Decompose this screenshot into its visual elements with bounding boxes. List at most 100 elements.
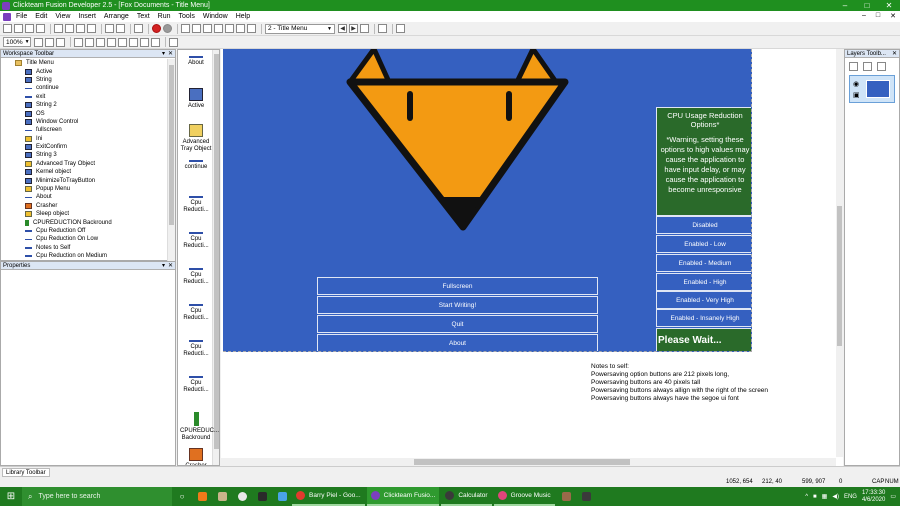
menu-window[interactable]: Window xyxy=(203,13,228,20)
new-icon[interactable] xyxy=(3,24,12,33)
tree-item[interactable]: exit xyxy=(1,93,167,101)
align-icon[interactable] xyxy=(96,37,105,47)
mdi-close-button[interactable]: ✕ xyxy=(890,12,896,20)
close-button[interactable]: ✕ xyxy=(878,1,900,10)
menu-arrange[interactable]: Arrange xyxy=(104,13,129,20)
tree-item[interactable]: MinimizeToTrayButton xyxy=(1,176,167,184)
taskbar-window-button[interactable]: Barry Piel - Goo... xyxy=(292,487,365,506)
delete-layer-icon[interactable] xyxy=(863,62,872,71)
tree-item[interactable]: ExitConfirm xyxy=(1,143,167,151)
taskbar-window-button[interactable]: Calculator xyxy=(441,487,492,506)
pin-icon[interactable]: ▾ xyxy=(162,50,165,57)
hand-icon[interactable] xyxy=(34,37,43,47)
tree-item[interactable]: Notes to Self xyxy=(1,244,167,252)
tree-item[interactable]: String 3 xyxy=(1,151,167,159)
frame-editor-icon[interactable] xyxy=(214,24,223,33)
delete-icon[interactable] xyxy=(87,24,96,33)
fullscreen-button[interactable]: Fullscreen xyxy=(317,277,598,295)
library-item[interactable]: About xyxy=(180,56,212,67)
library-item[interactable]: Cpu Reducti... xyxy=(180,268,212,286)
tree-item[interactable]: Cpu Reduction On Low xyxy=(1,235,167,243)
menu-help[interactable]: Help xyxy=(236,13,250,20)
editor-vertical-scrollbar[interactable] xyxy=(836,49,843,457)
paste-icon[interactable] xyxy=(76,24,85,33)
help-icon[interactable] xyxy=(134,24,143,33)
pinned-app-icon[interactable] xyxy=(557,487,577,506)
menu-text[interactable]: Text xyxy=(137,13,150,20)
language-indicator[interactable]: ENG xyxy=(844,494,857,500)
powersave-low-button[interactable]: Enabled - Low xyxy=(656,235,751,253)
layer-item[interactable]: ◉ ▣ xyxy=(849,75,895,103)
tree-item[interactable]: Popup Menu xyxy=(1,185,167,193)
about-button[interactable]: About xyxy=(317,334,598,351)
taskbar-search[interactable]: ⌕ Type here to search xyxy=(22,487,172,506)
next-frame-icon[interactable]: ▶ xyxy=(349,24,358,33)
data-elements-icon[interactable] xyxy=(247,24,256,33)
layer-up-icon[interactable] xyxy=(140,37,149,47)
tree-item[interactable]: Cpu Reduction Off xyxy=(1,227,167,235)
tree-item[interactable]: OS xyxy=(1,109,167,117)
maximize-button[interactable]: □ xyxy=(856,1,878,10)
tree-item[interactable]: Crasher xyxy=(1,202,167,210)
library-item[interactable]: CPUREDUC... Backround xyxy=(180,412,219,442)
storyboard-editor-icon[interactable] xyxy=(203,24,212,33)
pinned-app-icon[interactable] xyxy=(192,487,212,506)
distribute-icon[interactable] xyxy=(107,37,116,47)
scrollbar-thumb[interactable] xyxy=(214,54,219,449)
tree-item[interactable]: continue xyxy=(1,84,167,92)
run-frame-icon[interactable] xyxy=(192,24,201,33)
library-toolbar-tab[interactable]: Library Toolbar xyxy=(2,468,50,477)
tree-item[interactable]: fullscreen xyxy=(1,126,167,134)
run-application-icon[interactable] xyxy=(181,24,190,33)
quit-button[interactable]: Quit xyxy=(317,315,598,333)
menu-file[interactable]: File xyxy=(16,13,27,20)
zoom-icon[interactable] xyxy=(56,37,65,47)
frame-canvas[interactable]: Fullscreen Start Writing! Quit About CPU… xyxy=(223,49,752,352)
close-icon[interactable]: ✕ xyxy=(168,262,173,269)
powersave-high-button[interactable]: Enabled - High xyxy=(656,273,751,291)
library-scrollbar[interactable] xyxy=(212,50,219,465)
library-item[interactable]: Cpu Reducti... xyxy=(180,232,212,250)
show-grid-icon[interactable] xyxy=(74,37,83,47)
library-item[interactable]: Cpu Reducti... xyxy=(180,376,212,394)
undo-icon[interactable] xyxy=(105,24,114,33)
eye-icon[interactable]: ◉ xyxy=(853,80,859,88)
event-editor-icon[interactable] xyxy=(225,24,234,33)
clock[interactable]: 17:33:30 4/6/2020 xyxy=(862,490,885,504)
taskbar-window-button[interactable]: Clickteam Fusio... xyxy=(366,487,440,506)
tree-item[interactable]: Sleep object xyxy=(1,210,167,218)
tree-item[interactable]: About xyxy=(1,193,167,201)
menu-tools[interactable]: Tools xyxy=(179,13,195,20)
redo-icon[interactable] xyxy=(116,24,125,33)
menu-insert[interactable]: Insert xyxy=(78,13,96,20)
library-item[interactable]: Cpu Reducti... xyxy=(180,196,212,214)
tree-item[interactable]: String 2 xyxy=(1,101,167,109)
minimize-button[interactable]: – xyxy=(834,1,856,10)
tree-root-title-menu[interactable]: Title Menu xyxy=(1,59,167,67)
layer-settings-icon[interactable] xyxy=(877,62,886,71)
library-item[interactable]: Cpu Reducti... xyxy=(180,304,212,322)
layout-icon[interactable] xyxy=(396,24,405,33)
workspace-scrollbar[interactable] xyxy=(167,59,175,261)
text-tool-icon[interactable] xyxy=(169,37,178,47)
copy-icon[interactable] xyxy=(65,24,74,33)
tray-app-icon[interactable]: ■ xyxy=(813,494,817,500)
snap-icon[interactable] xyxy=(85,37,94,47)
tree-item[interactable]: Kernel object xyxy=(1,168,167,176)
open-icon[interactable] xyxy=(14,24,23,33)
editor-horizontal-scrollbar[interactable] xyxy=(221,458,836,466)
cpu-reduction-panel[interactable]: CPU Usage Reduction Options* *Warning, s… xyxy=(656,107,751,216)
previous-frame-icon[interactable]: ◀ xyxy=(338,24,347,33)
close-icon[interactable]: ✕ xyxy=(892,50,897,57)
library-item[interactable]: continue xyxy=(180,160,212,171)
powersave-disabled-button[interactable]: Disabled xyxy=(656,216,751,234)
notifications-icon[interactable]: ▭ xyxy=(890,493,896,500)
taskbar-window-button[interactable]: Groove Music xyxy=(493,487,555,506)
powersave-medium-button[interactable]: Enabled - Medium xyxy=(656,254,751,272)
pinned-app-icon[interactable] xyxy=(232,487,252,506)
cut-icon[interactable] xyxy=(54,24,63,33)
stop-icon[interactable] xyxy=(152,24,161,33)
library-item[interactable]: Advanced Tray Object xyxy=(180,124,212,153)
add-layer-icon[interactable] xyxy=(849,62,858,71)
zoom-select[interactable]: 100% ▼ xyxy=(3,37,31,47)
